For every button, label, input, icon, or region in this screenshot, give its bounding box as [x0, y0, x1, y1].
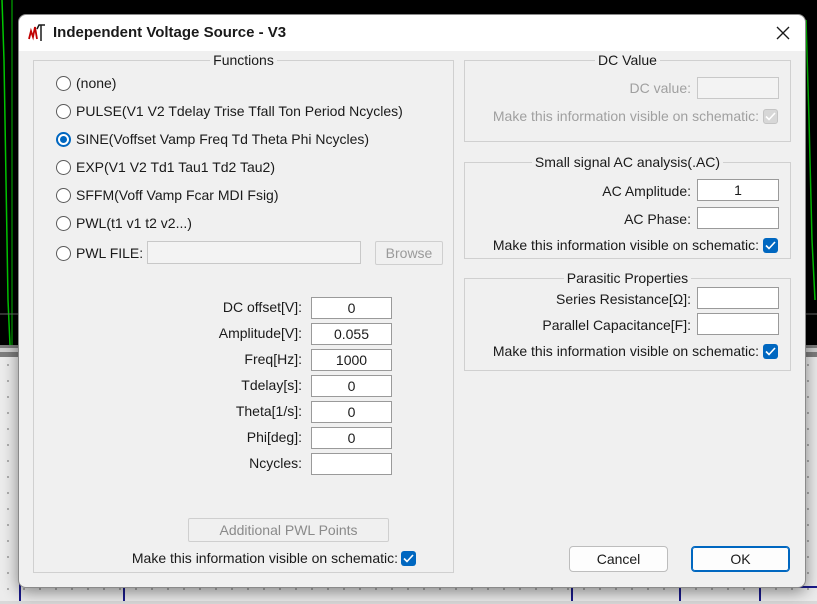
additional-pwl-points-button[interactable]: Additional PWL Points: [188, 518, 389, 542]
series-resistance-label: Series Resistance[Ω]:: [556, 291, 691, 307]
ac-visible-checkbox[interactable]: [763, 238, 778, 253]
checkmark-icon: [765, 112, 776, 121]
param-label-amplitude: Amplitude[V]:: [218, 325, 302, 341]
ac-phase-label: AC Phase:: [624, 211, 691, 227]
series-resistance-input[interactable]: [697, 287, 779, 309]
function-option-pulse[interactable]: PULSE(V1 V2 Tdelay Trise Tfall Ton Perio…: [56, 101, 403, 121]
radio-pulse[interactable]: [56, 103, 71, 119]
ac-legend: Small signal AC analysis(.AC): [531, 154, 724, 170]
parallel-capacitance-label: Parallel Capacitance[F]:: [542, 317, 691, 333]
tdelay-input[interactable]: [311, 375, 392, 397]
function-option-label: EXP(V1 V2 Td1 Tau1 Td2 Tau2): [76, 159, 275, 175]
radio-pwl-file[interactable]: [56, 245, 71, 261]
function-option-label: (none): [76, 75, 117, 91]
param-label-theta: Theta[1/s]:: [235, 403, 302, 419]
dc-value-field[interactable]: [698, 78, 778, 98]
radio-sffm[interactable]: [56, 187, 71, 203]
checkmark-icon: [765, 241, 776, 250]
checkmark-icon: [765, 347, 776, 356]
amplitude-input[interactable]: [311, 323, 392, 345]
phi-input[interactable]: [311, 427, 392, 449]
function-option-label: SFFM(Voff Vamp Fcar MDI Fsig): [76, 187, 279, 203]
dc-offset-field[interactable]: [312, 298, 391, 318]
parasitic-legend: Parasitic Properties: [563, 270, 692, 286]
function-option-sine[interactable]: SINE(Voffset Vamp Freq Td Theta Phi Ncyc…: [56, 129, 369, 149]
freq-input[interactable]: [311, 349, 392, 371]
dialog-title: Independent Voltage Source - V3: [53, 24, 287, 41]
ok-button[interactable]: OK: [691, 546, 790, 572]
dc-value-legend: DC Value: [595, 52, 660, 68]
theta-input[interactable]: [311, 401, 392, 423]
tdelay-field[interactable]: [312, 376, 391, 396]
function-option-label: PULSE(V1 V2 Tdelay Trise Tfall Ton Perio…: [76, 103, 403, 119]
ac-phase-field[interactable]: [698, 208, 778, 228]
function-option-label: PWL FILE:: [76, 245, 144, 261]
parasitic-visible-checkbox[interactable]: [763, 344, 778, 359]
dc-visible-label: Make this information visible on schemat…: [492, 108, 759, 124]
checkmark-icon: [403, 554, 414, 563]
parallel-capacitance-field[interactable]: [698, 314, 778, 334]
dc-value-input[interactable]: [697, 77, 779, 99]
cancel-button[interactable]: Cancel: [569, 546, 668, 572]
dc-offset-input[interactable]: [311, 297, 392, 319]
pwl-file-input[interactable]: [147, 241, 361, 264]
functions-legend: Functions: [210, 52, 277, 68]
parasitic-visible-label: Make this information visible on schemat…: [492, 343, 759, 359]
function-option-pwl-file[interactable]: PWL FILE:: [56, 243, 143, 263]
param-label-ncycles: Ncycles:: [249, 455, 302, 471]
param-label-phi: Phi[deg]:: [246, 429, 302, 445]
param-label-freq: Freq[Hz]:: [244, 351, 302, 367]
radio-sine[interactable]: [56, 131, 71, 147]
function-option-pwl[interactable]: PWL(t1 v1 t2 v2...): [56, 213, 192, 233]
ac-analysis-group: Small signal AC analysis(.AC) AC Amplitu…: [464, 154, 791, 259]
close-button[interactable]: [761, 15, 805, 51]
param-label-tdelay: Tdelay[s]:: [241, 377, 302, 393]
function-option-label: PWL(t1 v1 t2 v2...): [76, 215, 192, 231]
radio-none[interactable]: [56, 75, 71, 91]
dc-value-group: DC Value DC value: Make this information…: [464, 52, 791, 142]
dc-value-label: DC value:: [629, 80, 691, 96]
function-option-exp[interactable]: EXP(V1 V2 Td1 Tau1 Td2 Tau2): [56, 157, 275, 177]
ac-amplitude-label: AC Amplitude:: [602, 183, 691, 199]
radio-pwl[interactable]: [56, 215, 71, 231]
parasitic-group: Parasitic Properties Series Resistance[Ω…: [464, 270, 791, 371]
parallel-capacitance-input[interactable]: [697, 313, 779, 335]
function-option-label: SINE(Voffset Vamp Freq Td Theta Phi Ncyc…: [76, 131, 370, 147]
ac-visible-label: Make this information visible on schemat…: [492, 237, 759, 253]
function-option-none[interactable]: (none): [56, 73, 116, 93]
ac-amplitude-input[interactable]: [697, 179, 779, 201]
functions-group: Functions (none) PULSE(V1 V2 Tdelay Tris…: [33, 52, 454, 573]
param-label-dc-offset: DC offset[V]:: [222, 299, 302, 315]
ac-phase-input[interactable]: [697, 207, 779, 229]
ltspice-logo-icon: [27, 23, 47, 46]
ac-amplitude-field[interactable]: [698, 180, 778, 200]
amplitude-field[interactable]: [312, 324, 391, 344]
phi-field[interactable]: [312, 428, 391, 448]
ncycles-field[interactable]: [312, 454, 391, 474]
freq-field[interactable]: [312, 350, 391, 370]
dialog-titlebar: Independent Voltage Source - V3: [19, 15, 805, 51]
voltage-source-dialog: Independent Voltage Source - V3 Function…: [18, 14, 806, 588]
ncycles-input[interactable]: [311, 453, 392, 475]
functions-visible-checkbox[interactable]: [401, 551, 416, 566]
close-icon: [776, 26, 790, 40]
browse-button[interactable]: Browse: [375, 241, 443, 265]
theta-field[interactable]: [312, 402, 391, 422]
series-resistance-field[interactable]: [698, 288, 778, 308]
radio-exp[interactable]: [56, 159, 71, 175]
pwl-file-field[interactable]: [148, 242, 360, 263]
function-option-sffm[interactable]: SFFM(Voff Vamp Fcar MDI Fsig): [56, 185, 279, 205]
dc-visible-checkbox[interactable]: [763, 109, 778, 124]
functions-visible-label: Make this information visible on schemat…: [131, 550, 398, 566]
